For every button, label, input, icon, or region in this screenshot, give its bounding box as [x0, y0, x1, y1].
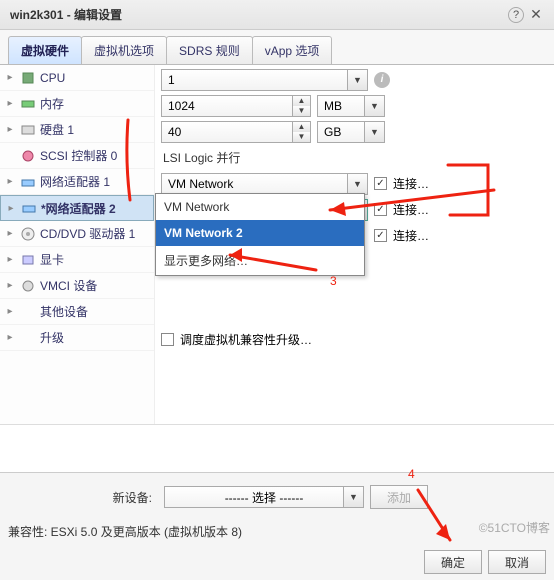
new-device-row: 新设备: ------ 选择 ------▼ 添加 — [8, 479, 546, 519]
hw-upgrade[interactable]: ▸升级 — [0, 325, 154, 351]
cpu-icon — [20, 70, 36, 86]
memory-spinner[interactable]: 1024 ▲▼ — [161, 95, 311, 117]
gpu-icon — [20, 252, 36, 268]
nic1-connect-label: 连接… — [393, 175, 429, 192]
tab-vapp-options[interactable]: vApp 选项 — [252, 36, 333, 64]
hw-nic1[interactable]: ▸网络适配器 1 — [0, 169, 154, 195]
cpu-value: 1 — [168, 73, 175, 87]
hw-cddvd[interactable]: ▸CD/DVD 驱动器 1 — [0, 221, 154, 247]
disk-unit: GB — [324, 125, 341, 139]
stepper-up-icon[interactable]: ▲ — [292, 96, 310, 106]
memory-unit-select[interactable]: MB ▼ — [317, 95, 385, 117]
stepper-down-icon[interactable]: ▼ — [292, 132, 310, 142]
close-icon[interactable]: ✕ — [528, 7, 544, 23]
new-device-label: 新设备: — [8, 489, 158, 506]
disk-spinner[interactable]: 40 ▲▼ — [161, 121, 311, 143]
hw-other-label: 其他设备 — [40, 303, 88, 320]
compatibility-text: 兼容性: ESXi 5.0 及更高版本 (虚拟机版本 8) — [8, 519, 546, 550]
footer: 新设备: ------ 选择 ------▼ 添加 兼容性: ESXi 5.0 … — [0, 472, 554, 580]
hw-nic2[interactable]: ▸*网络适配器 2 — [0, 195, 154, 221]
disk-icon — [20, 122, 36, 138]
titlebar: win2k301 - 编辑设置 ? ✕ — [0, 0, 554, 30]
stepper-down-icon[interactable]: ▼ — [292, 106, 310, 116]
nic1-select[interactable]: VM Network ▼ — [161, 173, 368, 195]
watermark: ©51CTO博客 — [479, 519, 550, 536]
hw-scsi[interactable]: SCSI 控制器 0 — [0, 143, 154, 169]
scsi-value: LSI Logic 并行 — [161, 149, 240, 166]
info-icon[interactable]: i — [374, 72, 390, 88]
cddvd-icon — [20, 226, 36, 242]
tab-virtual-hardware[interactable]: 虚拟硬件 — [8, 36, 82, 64]
nic-icon — [21, 200, 37, 216]
cpu-select[interactable]: 1▼ — [161, 69, 368, 91]
window-title: win2k301 - 编辑设置 — [10, 6, 122, 23]
help-icon[interactable]: ? — [508, 7, 524, 23]
hw-gpu-label: 显卡 — [40, 251, 64, 268]
hw-scsi-label: SCSI 控制器 0 — [40, 147, 117, 164]
hw-cpu[interactable]: ▸CPU — [0, 65, 154, 91]
nic2-connect-label: 连接… — [393, 201, 429, 218]
hw-vmci-label: VMCI 设备 — [40, 277, 97, 294]
tab-vm-options[interactable]: 虚拟机选项 — [81, 36, 167, 64]
hardware-list: ▸CPU ▸内存 ▸硬盘 1 SCSI 控制器 0 ▸网络适配器 1 ▸*网络适… — [0, 65, 155, 424]
hw-memory-label: 内存 — [40, 95, 64, 112]
dd-item-vmnetwork[interactable]: VM Network — [156, 194, 364, 220]
hw-cpu-label: CPU — [40, 71, 65, 85]
dd-item-more[interactable]: 显示更多网络… — [156, 246, 364, 275]
chevron-down-icon[interactable]: ▼ — [364, 122, 384, 142]
cddvd-connect-label: 连接… — [393, 227, 429, 244]
ok-button[interactable]: 确定 — [424, 550, 482, 574]
memory-value: 1024 — [168, 99, 195, 113]
tabs: 虚拟硬件 虚拟机选项 SDRS 规则 vApp 选项 — [0, 30, 554, 65]
tab-sdrs-rules[interactable]: SDRS 规则 — [166, 36, 253, 64]
hw-cddvd-label: CD/DVD 驱动器 1 — [40, 225, 135, 242]
hw-disk-label: 硬盘 1 — [40, 121, 74, 138]
upgrade-text: 调度虚拟机兼容性升级… — [180, 331, 312, 348]
hw-gpu[interactable]: ▸显卡 — [0, 247, 154, 273]
dd-item-vmnetwork2[interactable]: VM Network 2 — [156, 220, 364, 246]
cddvd-connect-checkbox[interactable]: ✓ — [374, 229, 387, 242]
nic-icon — [20, 174, 36, 190]
hw-upgrade-label: 升级 — [40, 329, 64, 346]
scsi-icon — [20, 148, 36, 164]
hw-disk[interactable]: ▸硬盘 1 — [0, 117, 154, 143]
cancel-button[interactable]: 取消 — [488, 550, 546, 574]
chevron-down-icon[interactable]: ▼ — [347, 70, 367, 90]
chevron-down-icon[interactable]: ▼ — [364, 96, 384, 116]
add-button[interactable]: 添加 — [370, 485, 428, 509]
hw-vmci[interactable]: ▸VMCI 设备 — [0, 273, 154, 299]
disk-unit-select[interactable]: GB ▼ — [317, 121, 385, 143]
vmci-icon — [20, 278, 36, 294]
nic2-dropdown-menu: VM Network VM Network 2 显示更多网络… — [155, 193, 365, 276]
stepper-up-icon[interactable]: ▲ — [292, 122, 310, 132]
hw-other[interactable]: ▸其他设备 — [0, 299, 154, 325]
hw-memory[interactable]: ▸内存 — [0, 91, 154, 117]
chevron-down-icon[interactable]: ▼ — [347, 174, 367, 194]
upgrade-checkbox[interactable] — [161, 333, 174, 346]
hardware-detail: 1▼ i 1024▲▼ MB▼ 40▲▼ GB▼ LSI Logic 并行 VM… — [155, 65, 554, 424]
memory-unit: MB — [324, 99, 342, 113]
content: ▸CPU ▸内存 ▸硬盘 1 SCSI 控制器 0 ▸网络适配器 1 ▸*网络适… — [0, 65, 554, 425]
chevron-down-icon[interactable]: ▼ — [343, 487, 363, 507]
memory-icon — [20, 96, 36, 112]
nic1-value: VM Network — [168, 177, 233, 191]
disk-value: 40 — [168, 125, 181, 139]
nic2-connect-checkbox[interactable]: ✓ — [374, 203, 387, 216]
nic1-connect-checkbox[interactable]: ✓ — [374, 177, 387, 190]
hw-nic1-label: 网络适配器 1 — [40, 173, 110, 190]
new-device-select[interactable]: ------ 选择 ------▼ — [164, 486, 364, 508]
new-device-value: ------ 选择 ------ — [171, 489, 357, 506]
hw-nic2-label: *网络适配器 2 — [41, 200, 116, 217]
